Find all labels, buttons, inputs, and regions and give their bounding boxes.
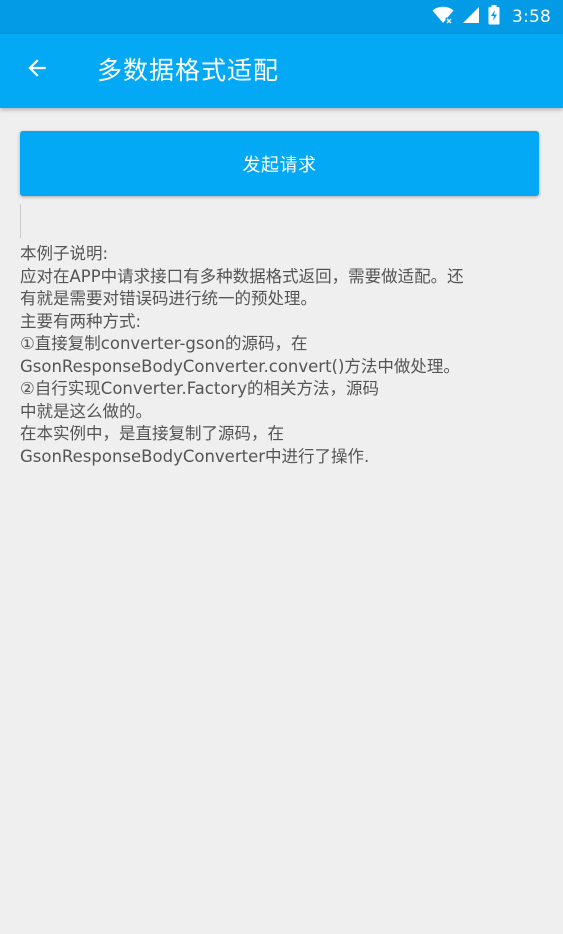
description-line: 应对在APP中请求接口有多种数据格式返回，需要做适配。还 bbox=[20, 266, 464, 286]
send-request-button[interactable]: 发起请求 bbox=[20, 131, 539, 196]
battery-icon bbox=[488, 5, 500, 29]
app-bar: 多数据格式适配 bbox=[0, 34, 563, 108]
status-icons: 3:58 bbox=[432, 0, 551, 34]
description-text: 本例子说明: 应对在APP中请求接口有多种数据格式返回，需要做适配。还 有就是需… bbox=[20, 243, 545, 468]
status-time: 3:58 bbox=[512, 7, 551, 27]
status-bar: 3:58 bbox=[0, 0, 563, 34]
description-line: ①直接复制converter-gson的源码，在 bbox=[20, 334, 308, 353]
page-title: 多数据格式适配 bbox=[97, 56, 280, 85]
back-button[interactable] bbox=[14, 47, 60, 93]
description-line: 本例子说明: bbox=[20, 244, 109, 263]
description-line: GsonResponseBodyConverter.convert()方法中做处… bbox=[20, 356, 460, 376]
description-line: GsonResponseBodyConverter中进行了操作. bbox=[20, 446, 370, 466]
arrow-left-icon bbox=[24, 55, 50, 85]
signal-icon bbox=[462, 6, 480, 28]
wifi-icon bbox=[432, 6, 454, 28]
description-line: 中就是这么做的。 bbox=[20, 401, 152, 421]
description-line: 主要有两种方式: bbox=[20, 311, 142, 331]
description-line: ②自行实现Converter.Factory的相关方法，源码 bbox=[20, 379, 379, 398]
description-line: 在本实例中，是直接复制了源码，在 bbox=[20, 424, 284, 443]
description-line: 有就是需要对错误码进行统一的预处理。 bbox=[20, 289, 317, 308]
divider bbox=[20, 204, 21, 238]
